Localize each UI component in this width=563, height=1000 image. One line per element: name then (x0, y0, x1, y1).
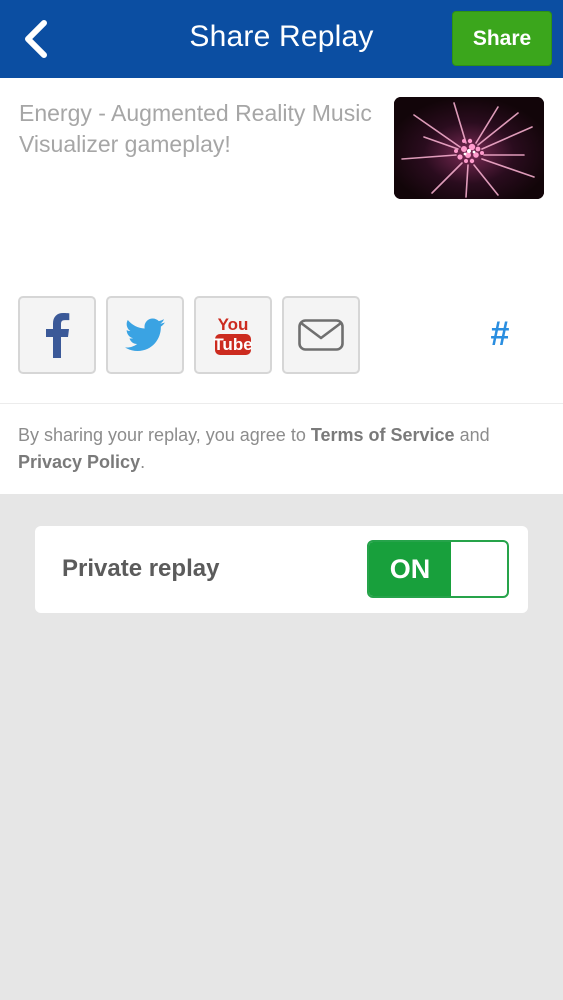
hashtag-button[interactable]: # (480, 315, 520, 355)
youtube-share-button[interactable]: You Tube (194, 296, 272, 374)
compose-panel: Energy - Augmented Reality Music Visuali… (0, 78, 563, 494)
private-replay-toggle[interactable]: ON (367, 540, 509, 598)
gameplay-thumbnail (394, 97, 544, 199)
svg-text:You: You (218, 315, 249, 334)
back-button[interactable] (14, 16, 58, 62)
twitter-share-button[interactable] (106, 296, 184, 374)
privacy-policy-link[interactable]: Privacy Policy (18, 452, 140, 472)
divider (0, 403, 563, 404)
envelope-icon (298, 319, 344, 351)
toggle-on-label: ON (369, 542, 451, 596)
toggle-knob (451, 542, 507, 596)
terms-and: and (454, 425, 490, 445)
replay-description-field[interactable]: Energy - Augmented Reality Music Visuali… (19, 98, 379, 160)
share-button[interactable]: Share (452, 11, 552, 66)
facebook-icon (46, 313, 70, 358)
navigation-bar: Share Replay Share (0, 0, 563, 78)
terms-of-service-link[interactable]: Terms of Service (311, 425, 455, 445)
terms-suffix: . (140, 452, 146, 472)
email-share-button[interactable] (282, 296, 360, 374)
twitter-icon (125, 318, 165, 351)
facebook-share-button[interactable] (18, 296, 96, 374)
chevron-left-icon (25, 20, 47, 58)
terms-prefix: By sharing your replay, you agree to (18, 425, 311, 445)
svg-text:Tube: Tube (213, 335, 252, 354)
private-replay-label: Private replay (62, 555, 220, 582)
youtube-icon: You Tube (213, 315, 253, 355)
terms-notice: By sharing your replay, you agree to Ter… (18, 422, 548, 476)
private-replay-row: Private replay ON (35, 526, 528, 613)
